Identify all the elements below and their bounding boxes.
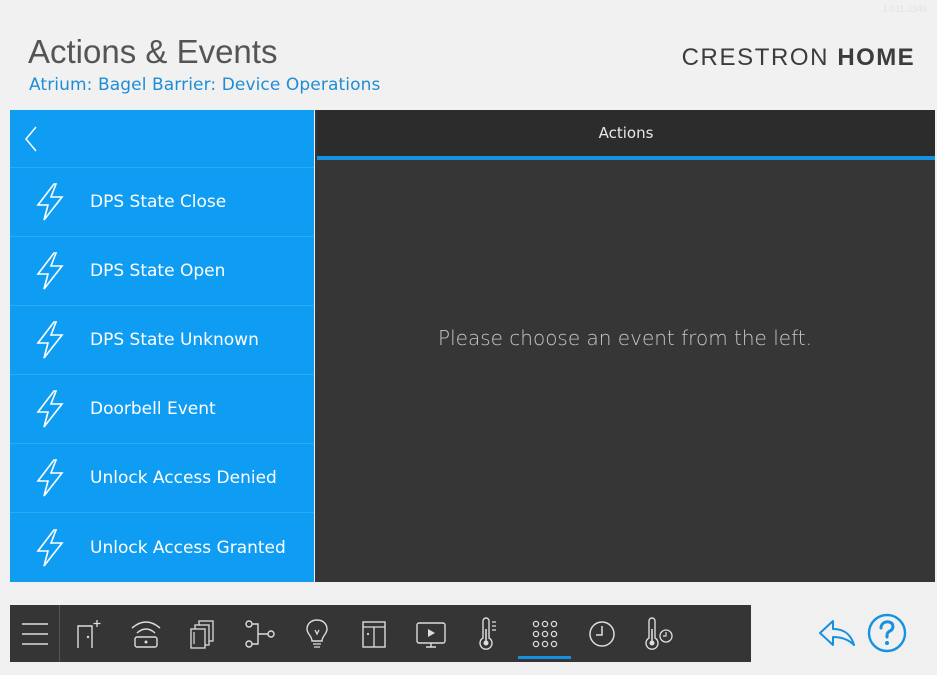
- menu-icon: [21, 622, 48, 645]
- event-item-doorbell-event[interactable]: Doorbell Event: [10, 375, 314, 444]
- add-room-icon: [76, 619, 100, 648]
- event-label: DPS State Open: [90, 261, 226, 281]
- lights-button[interactable]: [288, 605, 345, 662]
- version-label: 1.011.3349: [882, 4, 927, 14]
- shades-button[interactable]: [345, 605, 402, 662]
- event-label: Doorbell Event: [90, 399, 216, 419]
- wifi-button[interactable]: [117, 605, 174, 662]
- event-item-dps-state-close[interactable]: DPS State Close: [10, 168, 314, 237]
- shades-icon: [361, 620, 386, 648]
- event-list-panel: DPS State Close DPS State Open DPS State…: [10, 110, 314, 582]
- lightning-icon: [36, 321, 64, 359]
- event-label: DPS State Unknown: [90, 330, 259, 350]
- media-button[interactable]: [402, 605, 459, 662]
- thermometer-icon: [478, 616, 496, 650]
- keypad-button[interactable]: [516, 605, 573, 662]
- schedule-button[interactable]: [573, 605, 630, 662]
- scenes-button[interactable]: [174, 605, 231, 662]
- actions-tab[interactable]: Actions: [317, 110, 935, 160]
- back-button[interactable]: [10, 110, 314, 168]
- brand-bold: HOME: [837, 44, 915, 71]
- lightning-icon: [36, 183, 64, 221]
- help-icon: [867, 613, 907, 653]
- event-item-dps-state-unknown[interactable]: DPS State Unknown: [10, 306, 314, 375]
- page-title: Actions & Events: [28, 33, 278, 70]
- keypad-icon: [532, 620, 557, 647]
- routing-icon: [244, 619, 275, 648]
- back-arrow-icon: [819, 620, 855, 646]
- climate-button[interactable]: [459, 605, 516, 662]
- brand-light: CRESTRON: [681, 44, 830, 71]
- thermo-schedule-icon: [644, 616, 673, 650]
- chevron-left-icon: [25, 126, 37, 151]
- add-room-button[interactable]: [60, 605, 117, 662]
- brand-logo: CRESTRON HOME: [682, 44, 915, 72]
- climate-schedule-button[interactable]: [630, 605, 687, 662]
- routing-button[interactable]: [231, 605, 288, 662]
- light-bulb-icon: [305, 618, 328, 648]
- lightning-icon: [36, 390, 64, 428]
- lightning-icon: [36, 459, 64, 497]
- bottom-toolbar: [10, 605, 751, 662]
- breadcrumb: Atrium: Bagel Barrier: Device Operations: [29, 75, 381, 95]
- actions-panel: Actions Please choose an event from the …: [315, 110, 935, 582]
- event-label: Unlock Access Granted: [90, 537, 286, 558]
- help-button[interactable]: [862, 610, 912, 656]
- scenes-icon: [189, 619, 214, 649]
- wifi-icon: [131, 620, 160, 648]
- event-item-dps-state-open[interactable]: DPS State Open: [10, 237, 314, 306]
- back-nav-button[interactable]: [812, 610, 862, 656]
- event-item-unlock-access-granted[interactable]: Unlock Access Granted: [10, 513, 314, 582]
- media-icon: [415, 621, 446, 648]
- event-label: Unlock Access Denied: [90, 468, 277, 488]
- lightning-icon: [36, 528, 64, 566]
- event-label: DPS State Close: [90, 192, 227, 212]
- lightning-icon: [36, 252, 64, 290]
- empty-state-message: Please choose an event from the left.: [438, 326, 812, 350]
- event-item-unlock-access-denied[interactable]: Unlock Access Denied: [10, 444, 314, 513]
- header: 1.011.3349 Actions & Events Atrium: Bage…: [0, 0, 937, 110]
- menu-button[interactable]: [10, 605, 60, 662]
- utility-buttons: [812, 610, 912, 656]
- clock-icon: [588, 620, 615, 647]
